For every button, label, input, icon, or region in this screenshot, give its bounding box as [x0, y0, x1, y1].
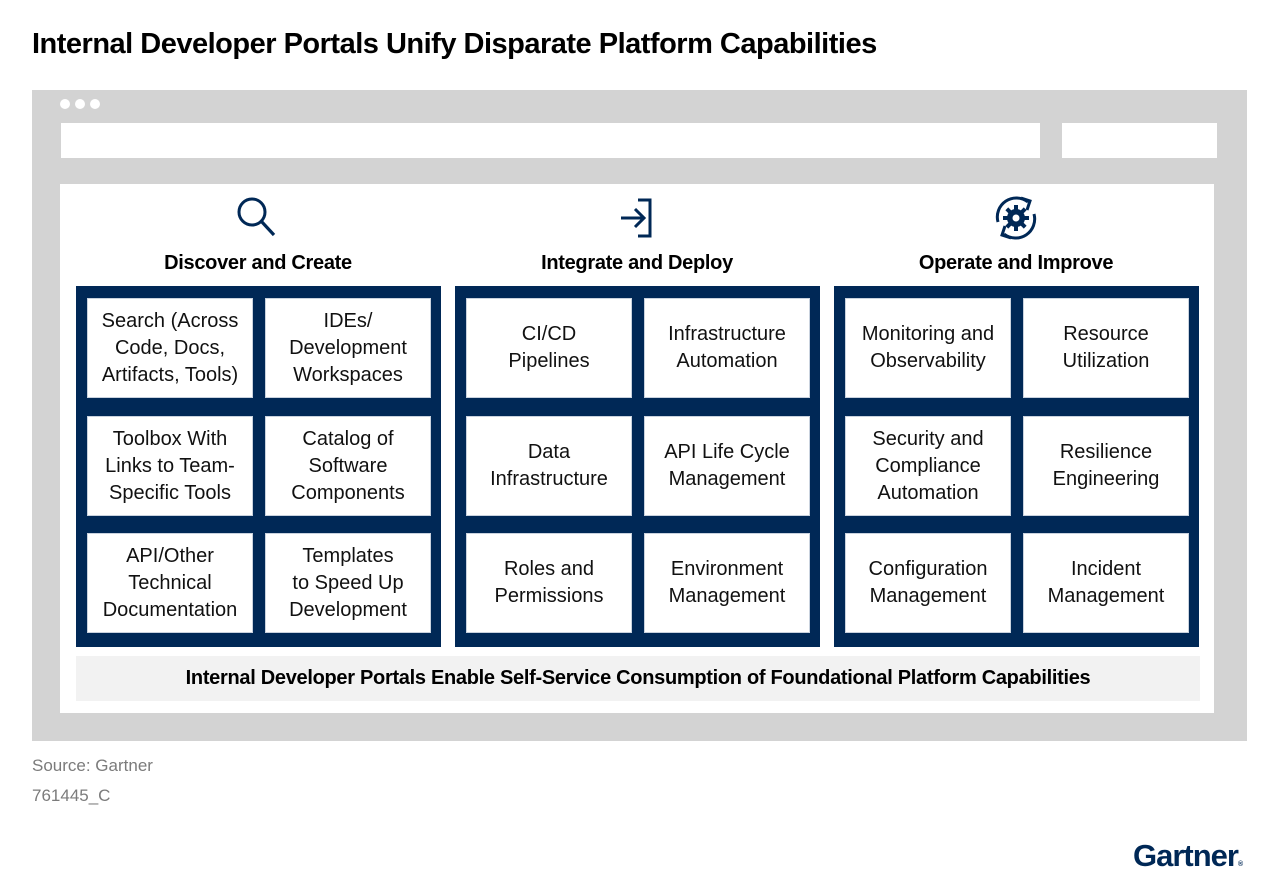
gear-cycle-icon	[995, 196, 1037, 240]
capability-card: API Life Cycle Management	[644, 416, 810, 516]
column-box-integrate: CI/CD Pipelines Infrastructure Automatio…	[455, 286, 820, 647]
capability-card: Catalog of Software Components	[265, 416, 431, 516]
window-controls	[60, 99, 100, 109]
figure-id: 761445_C	[32, 786, 111, 805]
window-dot	[60, 99, 70, 109]
page-title: Internal Developer Portals Unify Dispara…	[32, 28, 877, 60]
column-header-integrate: Integrate and Deploy	[455, 192, 819, 275]
logo-text: Gartner	[1133, 838, 1239, 873]
foundation-banner: Internal Developer Portals Enable Self-S…	[76, 656, 1200, 701]
column-header-discover: Discover and Create	[76, 192, 440, 275]
window-dot	[90, 99, 100, 109]
capability-card: Templates to Speed Up Development	[265, 533, 431, 633]
capability-card: Data Infrastructure	[466, 416, 632, 516]
browser-search-box	[1062, 123, 1217, 158]
magnifier-icon	[237, 197, 276, 237]
registered-mark-icon: ®	[1237, 861, 1243, 868]
column-header-operate: Operate and Improve	[834, 192, 1198, 275]
capability-card: Monitoring and Observability	[845, 298, 1011, 398]
capability-card: Toolbox With Links to Team- Specific Too…	[87, 416, 253, 516]
column-title: Integrate and Deploy	[541, 252, 733, 274]
column-box-operate: Monitoring and Observability Resource Ut…	[834, 286, 1199, 647]
capability-card: Infrastructure Automation	[644, 298, 810, 398]
capability-card: Roles and Permissions	[466, 533, 632, 633]
capability-card: IDEs/ Development Workspaces	[265, 298, 431, 398]
source-note: Source: Gartner	[32, 756, 153, 775]
gartner-logo: Gartner®	[1133, 838, 1243, 874]
capability-card: API/Other Technical Documentation	[87, 533, 253, 633]
capability-card: Search (Across Code, Docs, Artifacts, To…	[87, 298, 253, 398]
capability-card: Environment Management	[644, 533, 810, 633]
capability-card: Resilience Engineering	[1023, 416, 1189, 516]
column-box-discover: Search (Across Code, Docs, Artifacts, To…	[76, 286, 441, 647]
column-title: Operate and Improve	[918, 252, 1114, 274]
capability-card: CI/CD Pipelines	[466, 298, 632, 398]
sign-in-arrow-icon	[621, 198, 652, 238]
capability-card: Resource Utilization	[1023, 298, 1189, 398]
window-dot	[75, 99, 85, 109]
column-title: Discover and Create	[164, 252, 352, 274]
capability-card: Security and Compliance Automation	[845, 416, 1011, 516]
address-bar	[61, 123, 1040, 158]
capability-card: Incident Management	[1023, 533, 1189, 633]
capability-card: Configuration Management	[845, 533, 1011, 633]
